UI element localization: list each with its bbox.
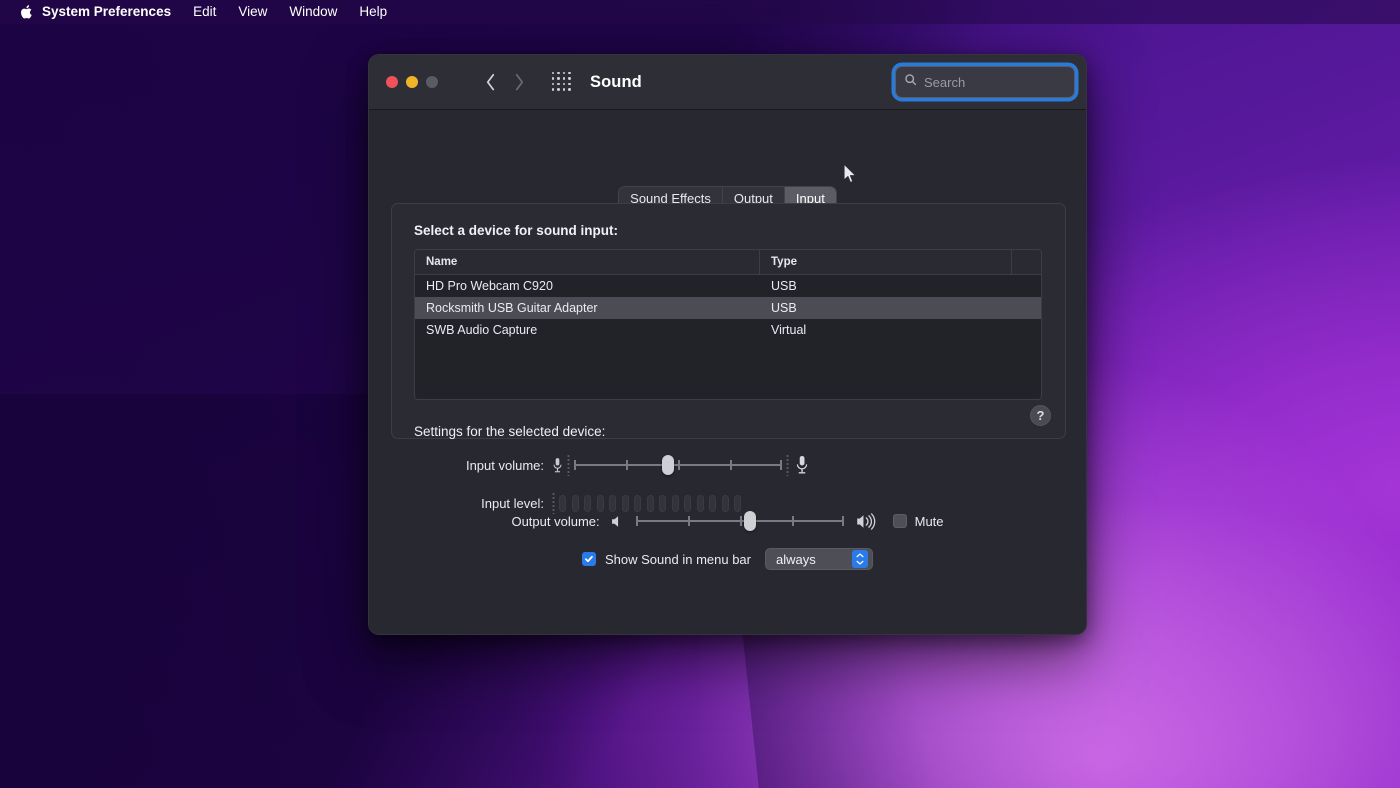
mute-checkbox[interactable]	[893, 514, 907, 528]
input-level-label: Input level:	[414, 496, 544, 511]
menu-bar: System Preferences Edit View Window Help	[0, 0, 1400, 24]
speaker-mute-icon	[610, 514, 625, 529]
microphone-high-icon	[795, 455, 809, 475]
table-row[interactable]: Rocksmith USB Guitar Adapter USB	[415, 297, 1041, 319]
level-segment	[609, 495, 616, 512]
level-segment	[647, 495, 654, 512]
slider-tick	[740, 516, 742, 526]
level-segment	[734, 495, 741, 512]
level-segment	[722, 495, 729, 512]
column-header-spacer	[1012, 250, 1041, 274]
menu-item-view[interactable]: View	[227, 0, 278, 24]
input-settings-panel: Select a device for sound input: Name Ty…	[391, 203, 1066, 439]
back-arrow-icon[interactable]	[485, 73, 496, 91]
traffic-lights	[386, 76, 438, 88]
search-icon	[904, 73, 917, 91]
device-name: HD Pro Webcam C920	[415, 279, 760, 293]
table-row[interactable]: HD Pro Webcam C920 USB	[415, 275, 1041, 297]
device-type: Virtual	[760, 323, 1012, 337]
close-button[interactable]	[386, 76, 398, 88]
menu-bar-visibility-select[interactable]: always	[765, 548, 873, 570]
slider-tick	[574, 460, 576, 470]
mute-label: Mute	[915, 514, 944, 529]
forward-arrow-icon	[514, 73, 525, 91]
slider-dot-separator-right	[786, 454, 789, 476]
apple-logo-icon[interactable]	[14, 4, 40, 20]
level-segment	[597, 495, 604, 512]
slider-tick	[792, 516, 794, 526]
navigation-arrows	[485, 73, 525, 91]
level-segment	[697, 495, 704, 512]
input-volume-row: Input volume:	[414, 454, 914, 476]
slider-tick	[842, 516, 844, 526]
input-volume-label: Input volume:	[414, 458, 544, 473]
slider-tick	[626, 460, 628, 470]
window-titlebar[interactable]: Sound	[369, 55, 1086, 110]
input-volume-slider[interactable]	[574, 454, 782, 476]
page-title: Sound	[590, 73, 642, 92]
input-level-meter	[559, 495, 741, 512]
slider-tick	[688, 516, 690, 526]
level-segment	[572, 495, 579, 512]
level-segment	[584, 495, 591, 512]
sound-preferences-window: Sound Sound Effects Output Input Select …	[368, 54, 1087, 635]
menu-bar-visibility-value: always	[776, 552, 816, 567]
menu-item-system-preferences[interactable]: System Preferences	[40, 0, 182, 24]
menu-item-edit[interactable]: Edit	[182, 0, 227, 24]
show-in-menu-bar-row: Show Sound in menu bar always	[369, 548, 1086, 570]
level-segment	[634, 495, 641, 512]
level-segment	[709, 495, 716, 512]
search-field[interactable]	[895, 66, 1075, 98]
device-table[interactable]: Name Type HD Pro Webcam C920 USB Rocksmi…	[414, 249, 1042, 400]
help-button[interactable]: ?	[1030, 405, 1051, 426]
show-all-grid-icon[interactable]	[552, 72, 572, 92]
table-header-row: Name Type	[415, 250, 1041, 275]
level-segment	[622, 495, 629, 512]
device-name: SWB Audio Capture	[415, 323, 760, 337]
menu-item-help[interactable]: Help	[348, 0, 398, 24]
output-volume-label: Output volume:	[511, 514, 599, 529]
output-volume-row: Output volume:	[369, 510, 1086, 532]
slider-thumb[interactable]	[744, 511, 756, 531]
show-in-menu-bar-checkbox[interactable]	[582, 552, 596, 566]
level-segment	[684, 495, 691, 512]
slider-thumb[interactable]	[662, 455, 674, 475]
zoom-button	[426, 76, 438, 88]
output-volume-slider[interactable]	[636, 510, 844, 532]
level-segment	[559, 495, 566, 512]
slider-tick	[780, 460, 782, 470]
search-input[interactable]	[924, 75, 1066, 90]
minimize-button[interactable]	[406, 76, 418, 88]
window-content: Sound Effects Output Input Select a devi…	[369, 110, 1086, 635]
column-header-name[interactable]: Name	[415, 250, 760, 274]
menu-item-window[interactable]: Window	[278, 0, 348, 24]
table-row[interactable]: SWB Audio Capture Virtual	[415, 319, 1041, 341]
device-type: USB	[760, 301, 1012, 315]
settings-section-title: Settings for the selected device:	[414, 424, 605, 439]
speaker-loud-icon	[855, 513, 877, 530]
slider-dot-separator-left	[567, 454, 570, 476]
microphone-low-icon	[552, 457, 563, 474]
device-name: Rocksmith USB Guitar Adapter	[415, 301, 760, 315]
mouse-cursor	[843, 163, 858, 190]
column-header-type[interactable]: Type	[760, 250, 1012, 274]
chevron-updown-icon[interactable]	[852, 550, 868, 568]
slider-tick	[636, 516, 638, 526]
level-segment	[659, 495, 666, 512]
panel-title: Select a device for sound input:	[414, 223, 618, 238]
show-in-menu-bar-label: Show Sound in menu bar	[605, 552, 751, 567]
device-type: USB	[760, 279, 1012, 293]
level-segment	[672, 495, 679, 512]
slider-tick	[678, 460, 680, 470]
slider-tick	[730, 460, 732, 470]
